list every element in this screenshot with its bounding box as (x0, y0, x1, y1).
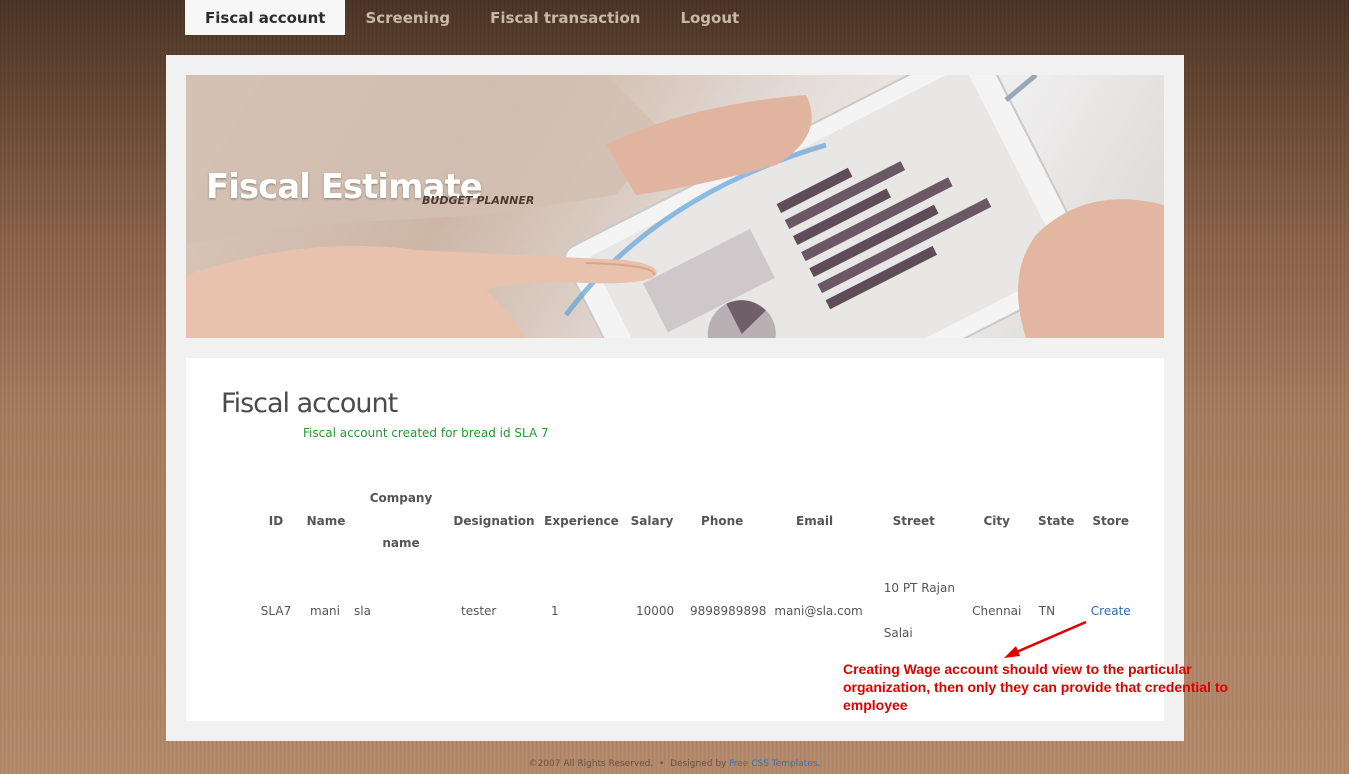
cell-phone: 9898989898 (690, 603, 767, 618)
annotation-note: Creating Wage account should view to the… (843, 661, 1229, 713)
table-header-row: ID Name Company name Designation Experie… (251, 476, 1138, 566)
col-header-phone: Phone (701, 513, 744, 528)
cell-name: mani (310, 603, 340, 618)
header-banner: Fiscal Estimate BUDGET PLANNER (186, 75, 1164, 338)
footer-separator: • (659, 759, 665, 769)
col-header-designation: Designation (453, 513, 535, 528)
page-title: Fiscal account (221, 388, 398, 419)
success-message: Fiscal account created for bread id SLA … (303, 426, 549, 440)
nav-screening[interactable]: Screening (345, 0, 470, 35)
col-header-state: State (1038, 513, 1075, 528)
create-store-link[interactable]: Create (1091, 604, 1131, 618)
cell-salary: 10000 (636, 603, 675, 618)
col-header-company: Company name (351, 476, 451, 566)
footer-end: . (817, 759, 821, 769)
footer-copyright: ©2007 All Rights Reserved. (528, 759, 654, 769)
col-header-email: Email (796, 513, 834, 528)
footer-template-link[interactable]: Free CSS Templates (729, 759, 817, 769)
annotation-arrow-icon (1004, 620, 1087, 658)
cell-email: mani@sla.com (774, 603, 863, 618)
col-header-salary: Salary (630, 513, 674, 528)
cell-designation: tester (461, 603, 497, 618)
col-header-street: Street (892, 513, 935, 528)
footer-designed-by: Designed by (670, 759, 727, 769)
cell-street-text: 10 PT Rajan Salai (883, 581, 955, 640)
col-header-id: ID (268, 513, 284, 528)
col-header-city: City (983, 513, 1010, 528)
nav-logout[interactable]: Logout (660, 0, 759, 35)
cell-id: SLA7 (260, 603, 292, 618)
site-subtitle: BUDGET PLANNER (422, 194, 535, 207)
col-header-name: Name (306, 513, 346, 528)
col-header-store: Store (1092, 513, 1130, 528)
cell-company: sla (354, 603, 371, 618)
cell-street: 10 PT Rajan Salai (863, 566, 965, 656)
top-nav: Fiscal account Screening Fiscal transact… (185, 0, 759, 35)
nav-fiscal-account[interactable]: Fiscal account (185, 0, 346, 35)
footer: ©2007 All Rights Reserved. • Designed by… (0, 759, 1349, 769)
cell-experience: 1 (551, 603, 559, 618)
col-header-experience: Experience (544, 513, 619, 528)
col-header-company-label: Company name (369, 491, 433, 550)
nav-fiscal-transaction[interactable]: Fiscal transaction (470, 0, 660, 35)
cell-store: Create (1084, 566, 1138, 656)
